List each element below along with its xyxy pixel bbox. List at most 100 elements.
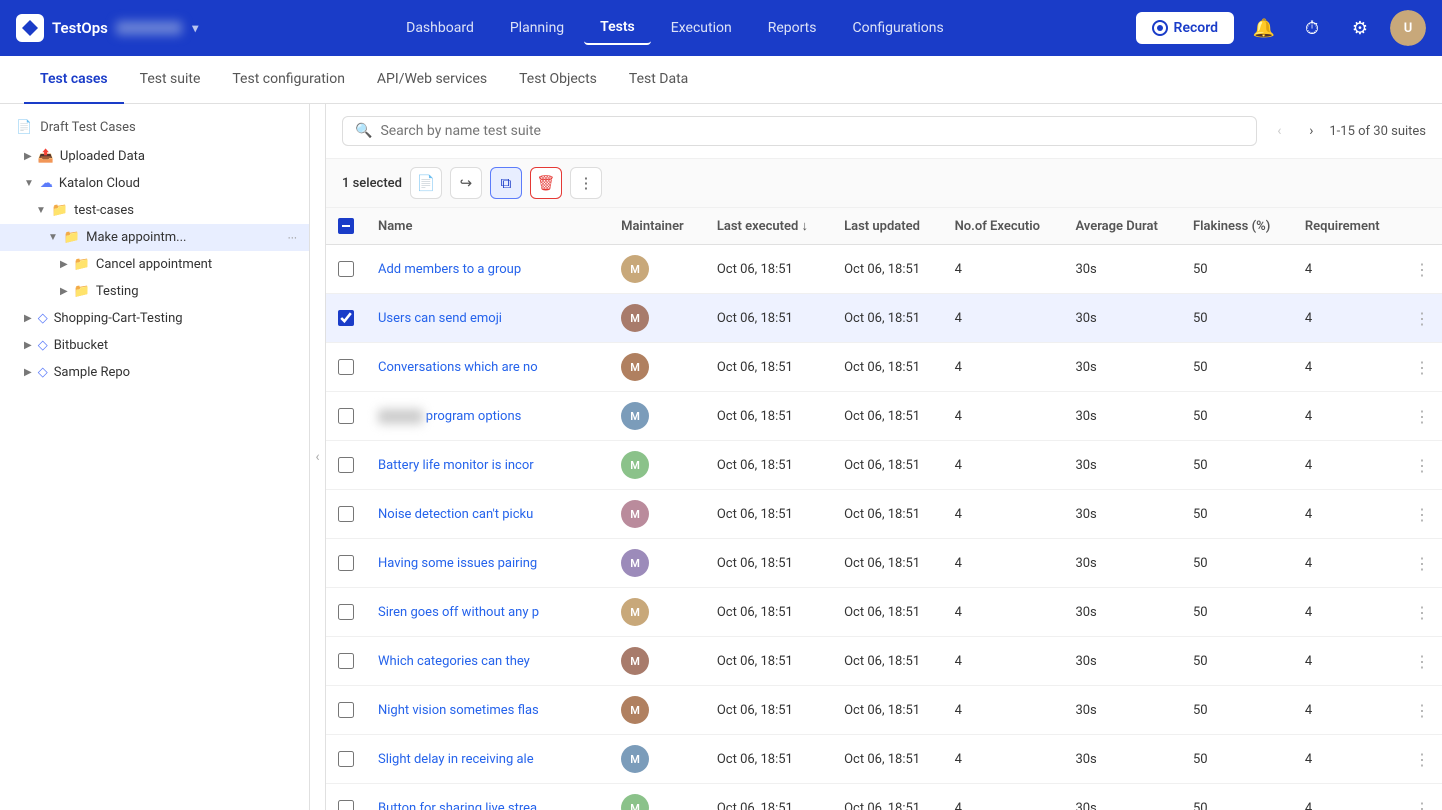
checkbox-wrap[interactable] [338, 702, 354, 718]
history-button[interactable]: ⏱ [1294, 10, 1330, 46]
row-more-button[interactable]: ⋮ [1414, 750, 1430, 769]
row-more-button[interactable]: ⋮ [1414, 701, 1430, 720]
checkbox-wrap[interactable] [338, 310, 354, 326]
row-more-button[interactable]: ⋮ [1414, 309, 1430, 328]
view-details-button[interactable]: 📄 [410, 167, 442, 199]
row-checkbox[interactable] [338, 408, 354, 424]
checkbox-wrap[interactable] [338, 408, 354, 424]
checkbox-wrap[interactable] [338, 506, 354, 522]
more-actions-button[interactable]: ⋮ [570, 167, 602, 199]
tab-test-data[interactable]: Test Data [613, 56, 704, 104]
select-all-checkbox-wrap[interactable] [338, 218, 354, 234]
name-cell: Conversations which are no [366, 343, 609, 392]
row-more-button[interactable]: ⋮ [1414, 652, 1430, 671]
test-name-link[interactable]: Conversations which are no [378, 360, 578, 375]
sidebar-item-draft[interactable]: 📄 Draft Test Cases [0, 112, 309, 143]
row-checkbox[interactable] [338, 457, 354, 473]
sidebar-item-katalon-cloud[interactable]: ☁ Katalon Cloud [0, 170, 309, 197]
sidebar-collapse-handle[interactable]: ‹ [310, 104, 326, 810]
row-more-button[interactable]: ⋮ [1414, 505, 1430, 524]
nav-planning[interactable]: Planning [494, 12, 580, 44]
test-name-link[interactable]: Night vision sometimes flas [378, 703, 578, 718]
settings-button[interactable]: ⚙ [1342, 10, 1378, 46]
sidebar-item-sample-repo[interactable]: ◇ Sample Repo [0, 359, 309, 386]
row-more-button[interactable]: ⋮ [1414, 554, 1430, 573]
flakiness-cell: 50 [1181, 686, 1293, 735]
brand-logo-area[interactable]: TestOps workspace ▾ [16, 14, 198, 42]
tab-test-objects[interactable]: Test Objects [503, 56, 613, 104]
test-name-link[interactable]: Slight delay in receiving ale [378, 752, 578, 767]
row-more-button[interactable]: ⋮ [1414, 358, 1430, 377]
test-name-link[interactable]: Noise detection can't picku [378, 507, 578, 522]
sidebar-item-cancel-appointment[interactable]: 📁 Cancel appointment [0, 251, 309, 278]
nav-execution[interactable]: Execution [655, 12, 748, 44]
brand-chevron-icon[interactable]: ▾ [192, 21, 198, 35]
row-checkbox[interactable] [338, 702, 354, 718]
prev-page-button[interactable]: ‹ [1265, 117, 1293, 145]
row-checkbox[interactable] [338, 800, 354, 810]
row-checkbox[interactable] [338, 506, 354, 522]
sidebar-item-testing[interactable]: 📁 Testing [0, 278, 309, 305]
sidebar-item-test-cases-folder[interactable]: 📁 test-cases [0, 197, 309, 224]
row-more-button[interactable]: ⋮ [1414, 260, 1430, 279]
search-input[interactable] [380, 123, 1244, 139]
nav-dashboard[interactable]: Dashboard [390, 12, 490, 44]
test-name-link[interactable]: program options [426, 409, 522, 424]
tab-api-web-services[interactable]: API/Web services [361, 56, 503, 104]
sidebar-item-uploaded-data[interactable]: 📤 Uploaded Data [0, 143, 309, 170]
name-cell: Noise detection can't picku [366, 490, 609, 539]
more-icon[interactable]: ··· [288, 231, 297, 245]
maintainer-avatar: M [621, 794, 649, 810]
move-button[interactable]: ↪ [450, 167, 482, 199]
tab-test-configuration[interactable]: Test configuration [216, 56, 361, 104]
header-last-executed[interactable]: Last executed ↓ [705, 208, 832, 245]
row-more-button[interactable]: ⋮ [1414, 456, 1430, 475]
row-checkbox[interactable] [338, 261, 354, 277]
checkbox-wrap[interactable] [338, 800, 354, 810]
nav-reports[interactable]: Reports [752, 12, 833, 44]
row-checkbox[interactable] [338, 604, 354, 620]
sidebar-item-make-appointment[interactable]: 📁 Make appointm... ··· [0, 224, 309, 251]
test-name-link[interactable]: Battery life monitor is incor [378, 458, 578, 473]
nav-configurations[interactable]: Configurations [837, 12, 960, 44]
checkbox-wrap[interactable] [338, 457, 354, 473]
nav-tests[interactable]: Tests [584, 11, 651, 45]
row-checkbox[interactable] [338, 653, 354, 669]
test-name-link[interactable]: Having some issues pairing [378, 556, 578, 571]
record-button[interactable]: Record [1136, 12, 1234, 44]
row-checkbox[interactable] [338, 751, 354, 767]
test-name-link[interactable]: Siren goes off without any p [378, 605, 578, 620]
checkbox-wrap[interactable] [338, 261, 354, 277]
maintainer-cell: M [609, 392, 705, 441]
test-name-link[interactable]: Which categories can they [378, 654, 578, 669]
checkbox-wrap[interactable] [338, 555, 354, 571]
test-name-link[interactable]: Users can send emoji [378, 311, 578, 326]
table-header-row: Name Maintainer Last executed ↓ Last upd… [326, 208, 1442, 245]
row-checkbox[interactable] [338, 359, 354, 375]
checkbox-wrap[interactable] [338, 359, 354, 375]
sidebar-item-bitbucket[interactable]: ◇ Bitbucket [0, 332, 309, 359]
folder-icon: 📁 [74, 284, 90, 299]
checkbox-wrap[interactable] [338, 604, 354, 620]
tab-test-cases[interactable]: Test cases [24, 56, 124, 104]
row-more-button[interactable]: ⋮ [1414, 407, 1430, 426]
row-more-button[interactable]: ⋮ [1414, 603, 1430, 622]
sidebar-item-shopping-cart[interactable]: ◇ Shopping-Cart-Testing [0, 305, 309, 332]
tab-test-suite[interactable]: Test suite [124, 56, 217, 104]
row-checkbox[interactable] [338, 555, 354, 571]
delete-button[interactable]: 🗑 [530, 167, 562, 199]
next-page-button[interactable]: › [1297, 117, 1325, 145]
indeterminate-checkbox[interactable] [338, 218, 354, 234]
maintainer-cell: M [609, 343, 705, 392]
copy-button[interactable]: ⧉ [490, 167, 522, 199]
row-more-button[interactable]: ⋮ [1414, 799, 1430, 810]
row-checkbox[interactable] [338, 310, 354, 326]
test-name-link[interactable]: Add members to a group [378, 262, 578, 277]
requirement-cell: 4 [1293, 392, 1402, 441]
table-row: Slight delay in receiving ale M Oct 06, … [326, 735, 1442, 784]
checkbox-wrap[interactable] [338, 751, 354, 767]
user-avatar[interactable]: U [1390, 10, 1426, 46]
checkbox-wrap[interactable] [338, 653, 354, 669]
notifications-button[interactable]: 🔔 [1246, 10, 1282, 46]
test-name-link[interactable]: Button for sharing live strea [378, 801, 578, 810]
